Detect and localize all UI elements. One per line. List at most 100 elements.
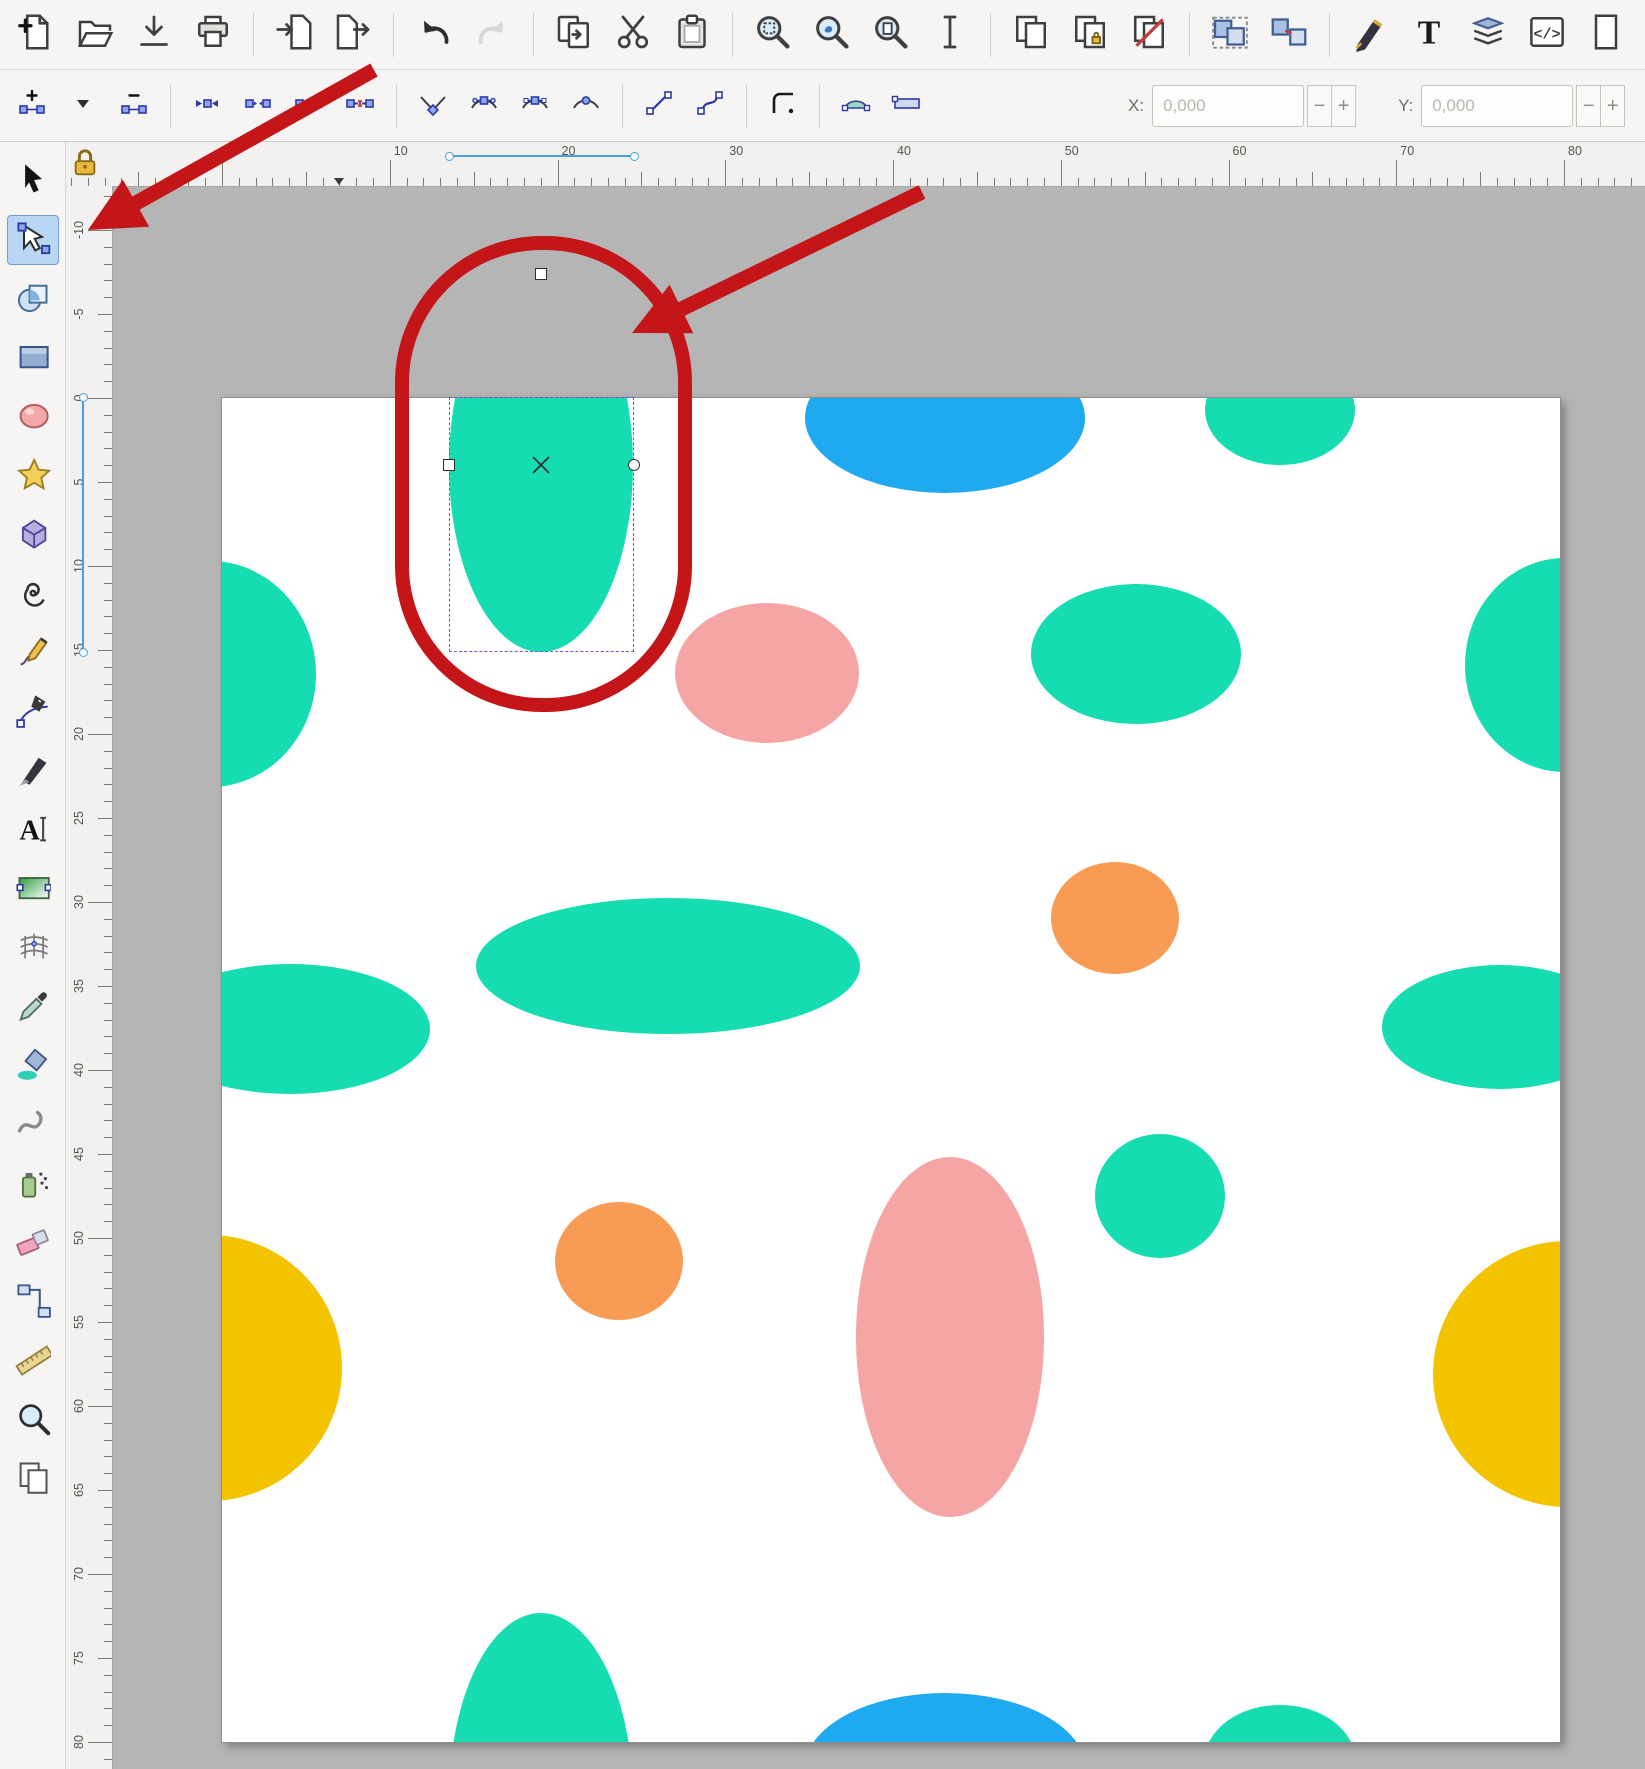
node-join-segment-button[interactable]: [285, 80, 333, 132]
edit-clone-unlink-button[interactable]: [1121, 7, 1177, 63]
connector-tool-button[interactable]: [7, 1277, 59, 1327]
node-smooth-button[interactable]: [460, 80, 508, 132]
edit-duplicate-button[interactable]: [546, 7, 602, 63]
ellipse-orange-upper[interactable]: [1051, 862, 1179, 974]
selector-tool-button[interactable]: [7, 156, 59, 206]
node-join-button[interactable]: [183, 80, 231, 132]
dialog-fill-stroke-button[interactable]: [1342, 7, 1398, 63]
edit-redo-button[interactable]: [465, 7, 521, 63]
ellipse-blue-bottom[interactable]: [805, 1693, 1085, 1742]
canvas-page[interactable]: [222, 398, 1560, 1742]
ellipse-orange-small[interactable]: [555, 1202, 683, 1320]
node-delete-segment-button[interactable]: [336, 80, 384, 132]
pages-tool-button[interactable]: [7, 1454, 59, 1504]
rectangle-tool-button[interactable]: [7, 333, 59, 383]
ellipse-teal-wide-left[interactable]: [222, 964, 430, 1094]
node-tool-button[interactable]: [7, 215, 59, 265]
h-ruler-tick: [1195, 178, 1196, 186]
ruler-lock-icon[interactable]: [70, 146, 100, 180]
ellipse-pink-tall[interactable]: [856, 1157, 1044, 1517]
edit-copy-button[interactable]: [1003, 7, 1059, 63]
mesh-tool-button[interactable]: [7, 923, 59, 973]
y-increment-button[interactable]: +: [1600, 85, 1625, 127]
document-save-button[interactable]: [126, 7, 182, 63]
path-corners-lpe-button[interactable]: [759, 80, 807, 132]
ellipse-teal-top-right[interactable]: [1205, 398, 1355, 465]
box3d-tool-button[interactable]: [7, 510, 59, 560]
dialog-layers-button[interactable]: [1460, 7, 1516, 63]
spiral-tool-button[interactable]: [7, 569, 59, 619]
stroke-to-path-button[interactable]: [883, 80, 931, 132]
edit-undo-button[interactable]: [406, 7, 462, 63]
edit-paste-button[interactable]: [664, 7, 720, 63]
ellipse-selected[interactable]: [449, 398, 633, 652]
ellipse-pink-upper[interactable]: [675, 603, 859, 743]
segment-curve-button[interactable]: [686, 80, 734, 132]
v-ruler-tick: [104, 1087, 112, 1088]
zoom-drawing-button[interactable]: [804, 7, 860, 63]
ellipse-teal-wide-right[interactable]: [1382, 965, 1560, 1089]
edit-cut-button[interactable]: [605, 7, 661, 63]
document-export-button[interactable]: [325, 7, 381, 63]
document-new-button[interactable]: [8, 7, 64, 63]
node-break-button[interactable]: [234, 80, 282, 132]
ellipse-yellow-left[interactable]: [222, 1235, 342, 1501]
dialog-xml-button[interactable]: </>: [1519, 7, 1575, 63]
v-ruler-tick: [104, 1255, 112, 1256]
node-symmetric-button[interactable]: [511, 80, 559, 132]
edit-clone-button[interactable]: [1062, 7, 1118, 63]
node-tool-icon: [15, 220, 51, 261]
ellipse-blue-top[interactable]: [805, 398, 1085, 493]
ellipse-yellow-right[interactable]: [1433, 1241, 1560, 1507]
dropdown-caret-button[interactable]: [59, 80, 107, 132]
path-corners-lpe-icon: [767, 87, 799, 124]
eraser-tool-button[interactable]: [7, 1218, 59, 1268]
node-insert-button[interactable]: [8, 80, 56, 132]
pencil-tool-button[interactable]: [7, 628, 59, 678]
horizontal-ruler[interactable]: 01020304050607080: [66, 142, 1645, 187]
zoom-page-button[interactable]: [863, 7, 919, 63]
object-to-path-button[interactable]: [832, 80, 880, 132]
ellipse-teal-mid-right[interactable]: [1031, 584, 1241, 724]
ellipse-teal-small[interactable]: [1095, 1134, 1225, 1258]
text-cursor-button[interactable]: [922, 7, 978, 63]
measure-tool-button[interactable]: [7, 1336, 59, 1386]
spray-tool-button[interactable]: [7, 1159, 59, 1209]
y-decrement-button[interactable]: −: [1576, 85, 1601, 127]
text-tool-button[interactable]: A: [7, 805, 59, 855]
ellipse-teal-wide-center[interactable]: [476, 898, 860, 1034]
dialog-text-button[interactable]: T: [1401, 7, 1457, 63]
ellipse-tool-button[interactable]: [7, 392, 59, 442]
document-open-button[interactable]: [67, 7, 123, 63]
ellipse-teal-far-right[interactable]: [1465, 558, 1560, 772]
star-tool-button[interactable]: [7, 451, 59, 501]
x-increment-button[interactable]: +: [1331, 85, 1356, 127]
canvas[interactable]: [112, 186, 1645, 1769]
calligraphy-tool-button[interactable]: [7, 746, 59, 796]
selection-ungroup-button[interactable]: [1261, 7, 1317, 63]
node-auto-button[interactable]: [562, 80, 610, 132]
x-coordinate-input[interactable]: 0,000: [1152, 85, 1304, 127]
shape-builder-tool-button[interactable]: [7, 274, 59, 324]
zoom-tool-button[interactable]: [7, 1395, 59, 1445]
dropper-tool-button[interactable]: [7, 982, 59, 1032]
zoom-selection-button[interactable]: [745, 7, 801, 63]
document-print-button[interactable]: [185, 7, 241, 63]
bezier-tool-button[interactable]: [7, 687, 59, 737]
dialog-partial-button[interactable]: [1578, 7, 1634, 63]
node-corner-button[interactable]: [409, 80, 457, 132]
x-decrement-button[interactable]: −: [1307, 85, 1332, 127]
ellipse-teal-left[interactable]: [222, 561, 316, 787]
selection-group-button[interactable]: [1202, 7, 1258, 63]
segment-line-button[interactable]: [635, 80, 683, 132]
ellipse-teal-bottom[interactable]: [449, 1613, 633, 1742]
vertical-ruler[interactable]: -10-505101520253035404550556065707580: [66, 186, 113, 1769]
paint-bucket-tool-button[interactable]: [7, 1041, 59, 1091]
document-import-button[interactable]: [266, 7, 322, 63]
y-coordinate-input[interactable]: 0,000: [1421, 85, 1573, 127]
node-delete-icon: [118, 87, 150, 124]
ellipse-teal-bottom-right[interactable]: [1205, 1705, 1355, 1742]
node-delete-button[interactable]: [110, 80, 158, 132]
tweak-tool-button[interactable]: [7, 1100, 59, 1150]
gradient-tool-button[interactable]: [7, 864, 59, 914]
